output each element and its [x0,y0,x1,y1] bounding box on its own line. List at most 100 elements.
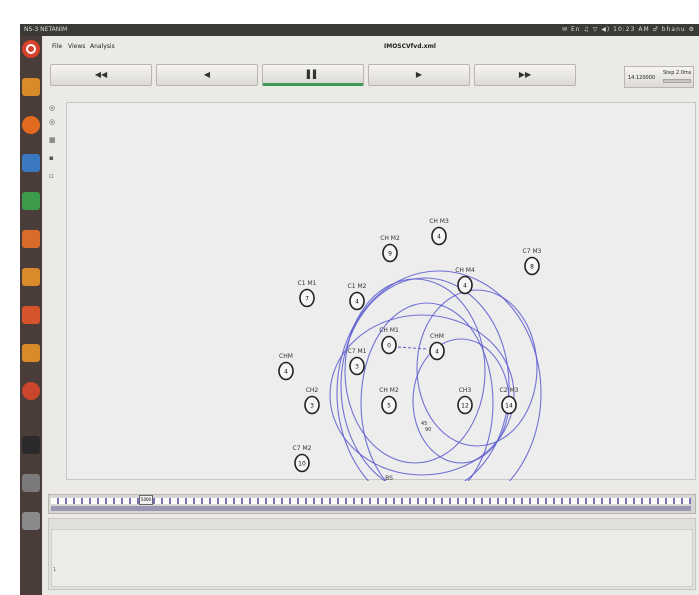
settings-icon[interactable] [22,382,40,400]
disk-icon[interactable] [22,474,40,492]
rewind-button[interactable]: ◀◀ [50,64,152,86]
network-node[interactable]: C7 M2 10 [293,445,312,473]
node-id: 10 [298,461,306,468]
node-label: CHM [430,333,444,340]
trash-icon[interactable] [22,512,40,530]
system-indicators[interactable]: ✉ En ♫ ▽ ◀) 10:23 AM ♂ bhanu ⚙ [562,24,695,36]
node-label: CH M1 [379,327,399,334]
node-label: C1 M2 [348,283,367,290]
menu-file[interactable]: File [52,43,62,50]
range-circle [340,277,510,495]
network-node[interactable]: CH M2 9 [380,235,400,263]
node-label: CH3 [459,387,472,394]
node-label: CH M3 [429,218,449,225]
step-back-button[interactable]: ◀ [156,64,258,86]
timeline-thumb[interactable]: 5000 [139,495,153,505]
simulation-timeline[interactable]: 5000 [48,494,696,514]
network-node[interactable]: CHM 4 [278,353,294,381]
system-top-panel: NS-3 NETANIM ✉ En ♫ ▽ ◀) 10:23 AM ♂ bhan… [20,24,699,36]
writer-icon[interactable] [22,154,40,172]
play-button[interactable]: ▶ [368,64,470,86]
node-id: 14 [505,403,513,410]
node-id: 5 [387,403,391,410]
ubuntu-one-icon[interactable] [22,306,40,324]
network-node[interactable]: BS15 [381,475,397,503]
zoom-out-icon[interactable]: ◎ [49,118,59,126]
node-label: CH M2 [380,235,400,242]
node-id: 9 [388,251,392,258]
current-time: 14.120000 [628,75,656,81]
node-label: C1 M1 [298,280,317,287]
packet-link [397,346,428,350]
node-label: CH M4 [455,267,475,274]
amazon-icon[interactable] [22,344,40,362]
menu-views[interactable]: Views [68,43,85,50]
network-node[interactable]: C7 M1 3 [348,348,367,376]
menu-bar: File Views Analysis IMOSCVfvd.xml [44,40,699,56]
node-id: 4 [437,234,441,241]
node-id: 8 [530,264,534,271]
node-id: 4 [463,283,467,290]
firefox-icon[interactable] [22,116,40,134]
ubuntu-dash-icon[interactable] [22,40,40,58]
grid-icon[interactable]: ▦ [49,136,59,144]
network-graph: 9045CH M34CH M29CH M44C7 M38C1 M17C1 M24… [278,218,542,516]
pause-button[interactable]: ▌▌ [262,64,364,86]
node-id: 7 [305,296,309,303]
time-control: 14.120000 Step 2.0ms [624,66,694,88]
netanim-window: File Views Analysis IMOSCVfvd.xml ◀◀ ◀ ▌… [44,36,699,595]
fast-forward-button[interactable]: ▶▶ [474,64,576,86]
node-label: C7 M1 [348,348,367,355]
node-label: CH M2 [379,387,399,394]
node-id: 4 [355,299,359,306]
software-center-icon[interactable] [22,268,40,286]
network-node[interactable]: CHM 4 [429,333,445,361]
link-label: 90 [425,427,431,433]
node-label: CH2 [306,387,319,394]
network-node[interactable]: C7 M3 8 [523,248,542,276]
range-circle [416,289,538,447]
network-node[interactable]: CH3 12 [457,387,473,415]
zoom-in-icon[interactable]: ◎ [49,104,59,112]
impress-icon[interactable] [22,230,40,248]
menu-analysis[interactable]: Analysis [90,43,115,50]
network-node[interactable]: C2 M3 14 [500,387,519,415]
network-node[interactable]: CH M1 0 [379,327,399,355]
file-title: IMOSCVfvd.xml [384,43,436,50]
node-id: 12 [461,403,469,410]
options-icon[interactable]: ▫ [49,172,59,180]
window-title: NS-3 NETANIM [24,26,68,33]
packet-panel: 1 [48,518,696,590]
step-slider[interactable] [663,79,691,83]
node-label: C2 M3 [500,387,519,394]
screenshot-frame: NS-3 NETANIM ✉ En ♫ ▽ ◀) 10:23 AM ♂ bhan… [0,0,699,595]
network-node[interactable]: C1 M1 7 [298,280,317,308]
terminal-icon[interactable] [22,436,40,454]
timeline-track [51,506,691,511]
network-node[interactable]: CH2 3 [304,387,320,415]
animation-canvas[interactable]: 90 45 CH M3 4 CH M2 9 CH M4 4 C7 M3 8 C1 M1 7 C1 M2 4… [66,102,696,516]
network-node[interactable]: CH M2 5 [379,387,399,415]
playback-toolbar: ◀◀ ◀ ▌▌ ▶ ▶▶ [50,64,620,88]
node-id: 0 [387,343,391,350]
step-label: Step 2.0ms [663,70,692,76]
node-label: C7 M2 [293,445,312,452]
files-icon[interactable] [22,78,40,96]
panel-label: 1 [53,567,57,573]
node-label: C7 M3 [523,248,542,255]
unity-launcher [20,36,42,595]
node-label: BS [385,475,393,481]
packet-table [51,529,693,587]
network-node[interactable]: CH M3 4 [429,218,449,246]
node-id: 3 [355,364,359,371]
node-label: CHM [279,353,293,360]
desktop: NS-3 NETANIM ✉ En ♫ ▽ ◀) 10:23 AM ♂ bhan… [20,24,699,595]
calc-icon[interactable] [22,192,40,210]
range-circle [344,278,486,464]
network-node[interactable]: C1 M2 4 [348,283,367,311]
node-id: 4 [435,349,439,356]
link-label-secondary: 45 [421,421,427,427]
node-size-icon[interactable]: ▪ [49,154,59,162]
node-id: 3 [310,403,314,410]
network-node[interactable]: CH M4 4 [455,267,475,295]
